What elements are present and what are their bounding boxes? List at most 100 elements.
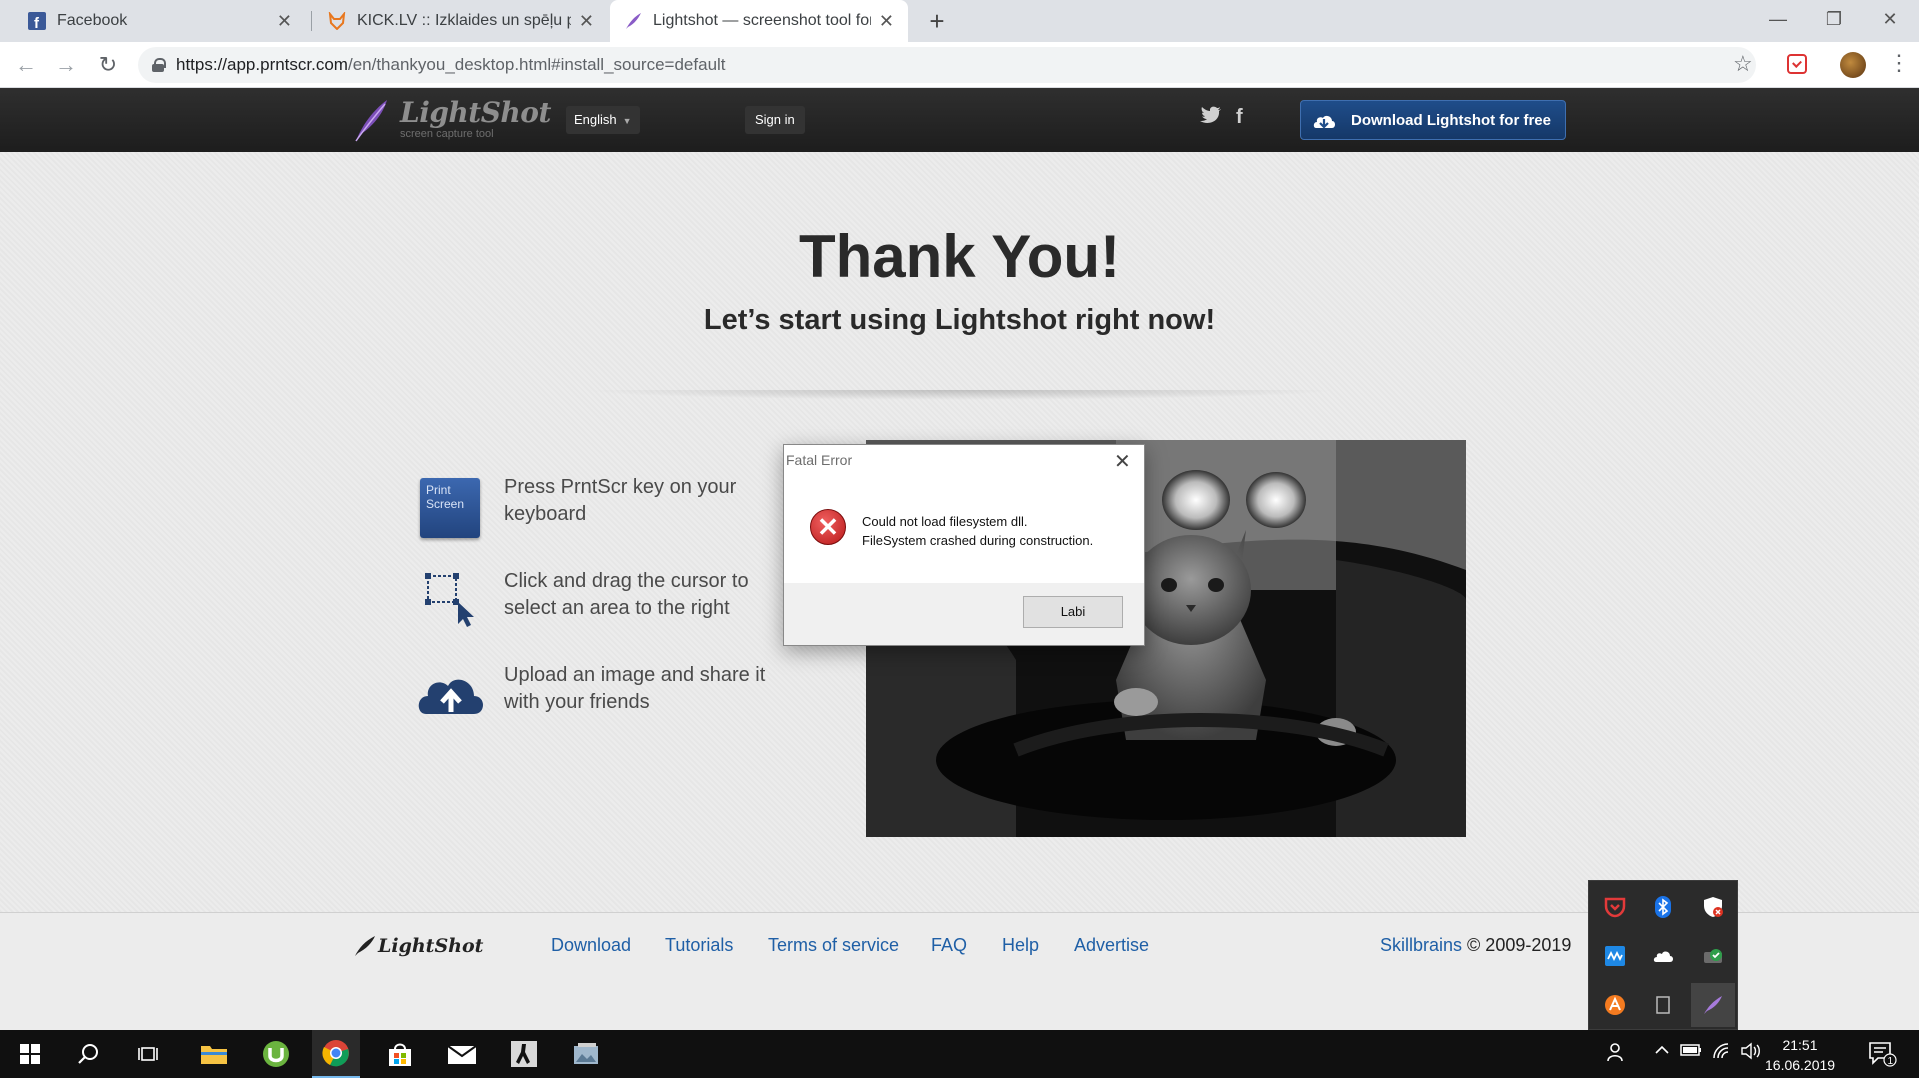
mail-icon[interactable] xyxy=(438,1030,486,1078)
close-icon[interactable]: ✕ xyxy=(1114,449,1131,474)
lightshot-feather-icon[interactable] xyxy=(353,98,389,142)
security-shield-icon[interactable] xyxy=(1701,895,1725,919)
clock-time: 21:51 xyxy=(1782,1037,1818,1053)
bookmark-star-icon[interactable]: ☆ xyxy=(1733,51,1753,77)
copyright: Skillbrains © 2009-2019 xyxy=(1380,935,1572,955)
tab-kick[interactable]: KICK.LV :: Izklaides un spēļu portāls ✕ xyxy=(314,0,608,42)
footer-feather-icon xyxy=(355,936,375,956)
step-text: Press PrntScr key on your keyboard xyxy=(504,476,737,525)
download-lightshot-button[interactable]: Download Lightshot for free xyxy=(1300,100,1566,140)
tray-overflow-panel xyxy=(1588,880,1738,1030)
footer-link-advertise[interactable]: Advertise xyxy=(1074,935,1149,956)
pocket-tray-icon[interactable] xyxy=(1603,895,1627,919)
ok-button[interactable]: Labi xyxy=(1023,596,1123,628)
footer-link-faq[interactable]: FAQ xyxy=(931,935,967,956)
close-tab-icon[interactable]: ✕ xyxy=(277,11,292,32)
close-tab-icon[interactable]: ✕ xyxy=(579,11,594,32)
clock-date: 16.06.2019 xyxy=(1765,1057,1836,1073)
footer-link-download[interactable]: Download xyxy=(551,935,631,956)
facebook-social-icon[interactable]: f xyxy=(1236,106,1243,129)
people-icon[interactable] xyxy=(1606,1042,1626,1067)
dialog-message: Could not load filesystem dll. FileSyste… xyxy=(862,514,1094,548)
tab-title: Lightshot — screenshot tool for Mac & Wi… xyxy=(653,12,871,29)
print-screen-key-icon: Print Screen xyxy=(420,478,480,538)
footer-link-tutorials[interactable]: Tutorials xyxy=(665,935,733,956)
tab-title: Facebook xyxy=(57,12,128,29)
site-header: LightShot screen capture tool English ▼ S… xyxy=(0,88,1919,152)
tab-facebook[interactable]: f Facebook ✕ xyxy=(14,0,306,42)
address-bar[interactable]: https://app.prntscr.com/en/thankyou_desk… xyxy=(138,47,1756,83)
sign-in-button[interactable]: Sign in xyxy=(745,106,805,134)
taskbar-clock[interactable]: 21:51 16.06.2019 xyxy=(1765,1035,1835,1075)
skillbrains-link[interactable]: Skillbrains xyxy=(1380,935,1462,955)
dialog-footer: Labi xyxy=(784,583,1144,645)
action-center-icon[interactable]: 1 xyxy=(1868,1040,1898,1073)
file-explorer-icon[interactable] xyxy=(190,1030,238,1078)
page-subtitle: Let’s start using Lightshot right now! xyxy=(703,304,1216,336)
profile-avatar[interactable] xyxy=(1840,52,1866,78)
minimize-icon[interactable]: — xyxy=(1750,0,1806,40)
lock-icon xyxy=(152,58,166,72)
store-icon[interactable] xyxy=(376,1030,424,1078)
step-select-area: Click and drag the cursor to select an a… xyxy=(414,568,784,632)
photos-app-icon[interactable] xyxy=(562,1030,610,1078)
step-upload-share: Upload an image and share it with your f… xyxy=(414,662,784,726)
footer-logo[interactable]: LightShot xyxy=(378,935,483,957)
step-text: Click and drag the cursor to select an a… xyxy=(504,570,749,619)
forward-arrow-icon[interactable]: → xyxy=(52,51,80,79)
bluetooth-icon[interactable] xyxy=(1651,895,1675,919)
menu-dots-icon[interactable]: ⋮ xyxy=(1888,50,1910,76)
chevron-down-icon: ▼ xyxy=(622,116,632,126)
utorrent-icon[interactable] xyxy=(252,1030,300,1078)
browser-toolbar: ← → ↻ https://app.prntscr.com/en/thankyo… xyxy=(0,42,1919,88)
selection-cursor-icon xyxy=(425,573,474,627)
page-title: Thank You! xyxy=(798,223,1121,290)
battery-icon[interactable] xyxy=(1680,1042,1702,1063)
url-text: https://app.prntscr.com/en/thankyou_desk… xyxy=(176,55,726,74)
wifi-icon[interactable] xyxy=(1712,1042,1732,1065)
close-window-icon[interactable]: ✕ xyxy=(1862,0,1918,40)
chevron-up-icon[interactable] xyxy=(1654,1042,1670,1063)
windows-start-icon[interactable] xyxy=(6,1030,54,1078)
notification-count: 1 xyxy=(1888,1056,1894,1067)
new-tab-button[interactable]: + xyxy=(922,6,952,37)
footer-link-terms[interactable]: Terms of service xyxy=(768,935,899,956)
close-tab-icon[interactable]: ✕ xyxy=(879,11,894,32)
search-icon[interactable] xyxy=(64,1030,112,1078)
download-button-label: Download Lightshot for free xyxy=(1351,111,1551,129)
divider xyxy=(580,390,1340,400)
dialog-title: Fatal Error xyxy=(786,452,853,468)
device-check-icon[interactable] xyxy=(1701,944,1725,968)
pocket-extension-icon[interactable] xyxy=(1787,54,1807,74)
avast-icon[interactable] xyxy=(1603,993,1627,1017)
twitter-icon[interactable] xyxy=(1200,106,1222,132)
step-print-screen: Print Screen Press PrntScr key on your ke… xyxy=(414,474,784,538)
restore-icon[interactable]: ❐ xyxy=(1806,0,1862,40)
reload-icon[interactable]: ↻ xyxy=(94,51,122,79)
task-view-icon[interactable] xyxy=(124,1030,172,1078)
blank-app-icon[interactable] xyxy=(1651,993,1675,1017)
onedrive-icon[interactable] xyxy=(1651,944,1675,968)
tab-lightshot[interactable]: Lightshot — screenshot tool for Mac & Wi… xyxy=(610,0,908,42)
cloud-upload-icon xyxy=(418,679,483,714)
step-text: Upload an image and share it with your f… xyxy=(504,664,766,713)
download-cloud-icon xyxy=(1311,108,1337,132)
counter-strike-icon[interactable] xyxy=(500,1030,548,1078)
facebook-icon: f xyxy=(28,12,46,30)
audio-app-icon[interactable] xyxy=(1603,944,1627,968)
language-select[interactable]: English ▼ xyxy=(566,106,640,134)
logo-subtitle: screen capture tool xyxy=(400,128,494,140)
windows-taskbar: 21:51 16.06.2019 1 xyxy=(0,1030,1919,1078)
error-icon: ✕ xyxy=(810,509,846,545)
chrome-icon[interactable] xyxy=(312,1030,360,1078)
fox-icon xyxy=(328,12,346,30)
logo-text[interactable]: LightShot xyxy=(400,96,551,129)
volume-icon[interactable] xyxy=(1740,1042,1762,1065)
browser-tab-bar: f Facebook ✕ KICK.LV :: Izklaides un spē… xyxy=(0,0,1919,42)
footer-link-help[interactable]: Help xyxy=(1002,935,1039,956)
tab-title: KICK.LV :: Izklaides un spēļu portāls xyxy=(357,12,571,29)
tab-separator xyxy=(311,11,312,31)
lightshot-tray-icon[interactable] xyxy=(1701,993,1725,1017)
back-arrow-icon[interactable]: ← xyxy=(12,51,40,79)
feather-icon xyxy=(624,12,642,30)
